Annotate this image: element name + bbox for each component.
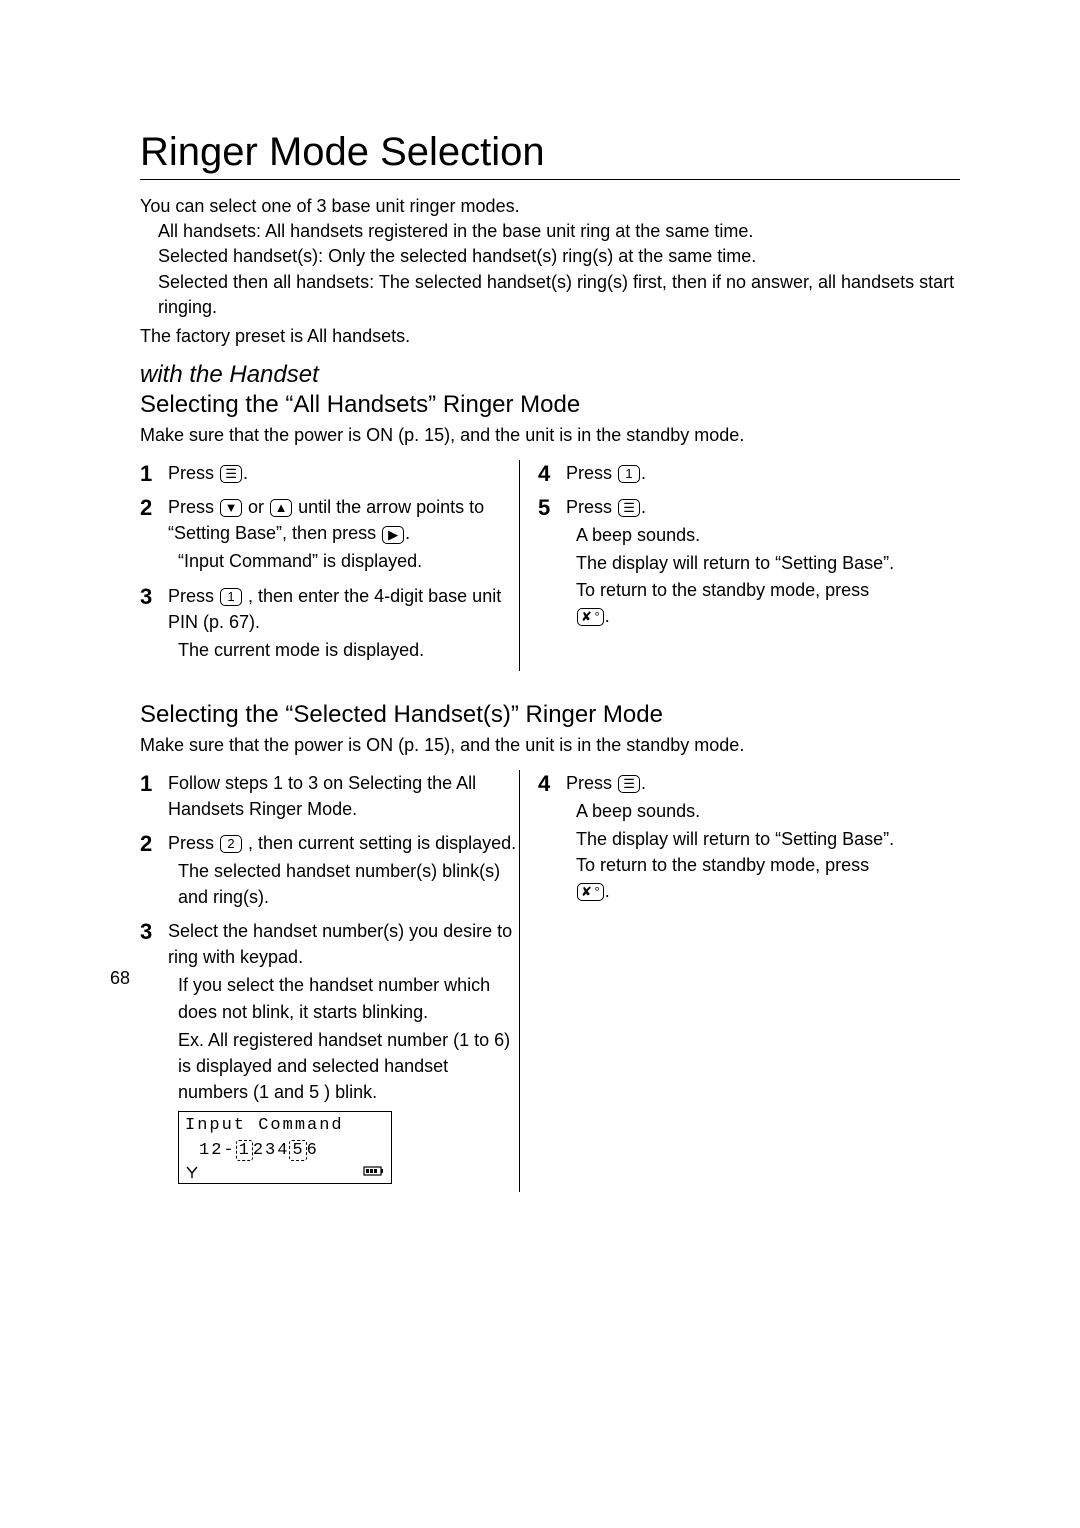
mode-row: Selected then all handsets: The selected… xyxy=(158,270,960,320)
step: 1 Follow steps 1 to 3 on Selecting the A… xyxy=(158,770,519,822)
step: 1 Press ☰. xyxy=(158,460,519,486)
menu-key-icon: ☰ xyxy=(618,499,640,517)
step-number: 5 xyxy=(538,492,550,524)
factory-preset: The factory preset is All handsets. xyxy=(140,324,960,349)
step: 5 Press ☰. A beep sounds. The display wi… xyxy=(556,494,900,628)
step-text: Follow steps 1 to 3 on Selecting the All… xyxy=(168,773,476,819)
mode-desc: Only the selected handset(s) ring(s) at … xyxy=(323,246,756,266)
period: . xyxy=(641,497,646,517)
step-text: Press xyxy=(168,586,219,606)
end-key-icon: ✘ ° xyxy=(577,883,604,901)
mode-label: Selected handset(s): xyxy=(158,246,323,266)
step-number: 1 xyxy=(140,458,152,490)
right-key-icon: ▶ xyxy=(382,526,404,544)
lcd-blink-5: 5 xyxy=(289,1140,306,1161)
up-key-icon: ▲ xyxy=(270,499,292,517)
period: . xyxy=(641,773,646,793)
step-subtext: A beep sounds. xyxy=(576,522,900,548)
lcd-line1: Input Command xyxy=(185,1114,385,1139)
lcd-end: 6 xyxy=(307,1141,319,1160)
step-subtext: “Input Command” is displayed. xyxy=(178,548,519,574)
return-text: The display will return to “Setting Base… xyxy=(576,553,894,599)
mode-desc: All handsets registered in the base unit… xyxy=(261,221,753,241)
step-subtext: A beep sounds. xyxy=(576,798,900,824)
step-subtext: The current mode is displayed. xyxy=(178,637,519,663)
step-number: 4 xyxy=(538,458,550,490)
key-1-icon: 1 xyxy=(618,465,640,483)
step-number: 1 xyxy=(140,768,152,800)
lcd-prefix: 12- xyxy=(199,1141,236,1160)
step-number: 2 xyxy=(140,828,152,860)
step-subtext: If you select the handset number which d… xyxy=(178,972,519,1024)
step-subtext: The display will return to “Setting Base… xyxy=(576,826,900,904)
period: . xyxy=(605,881,610,901)
step-example: Ex. All registered handset number (1 to … xyxy=(178,1027,519,1105)
step-text: , then current setting is displayed. xyxy=(248,833,516,853)
return-text: The display will return to “Setting Base… xyxy=(576,829,894,875)
step-subtext: The selected handset number(s) blink(s) … xyxy=(178,858,519,910)
period: . xyxy=(641,463,646,483)
mode-row: Selected handset(s): Only the selected h… xyxy=(158,244,960,269)
menu-key-icon: ☰ xyxy=(618,775,640,793)
step: 2 Press 2 , then current setting is disp… xyxy=(158,830,519,910)
step: 3 Press 1 , then enter the 4-digit base … xyxy=(158,583,519,663)
mode-row: All handsets: All handsets registered in… xyxy=(158,219,960,244)
step-number: 3 xyxy=(140,581,152,613)
step-number: 2 xyxy=(140,492,152,524)
subtitle-all-handsets: Selecting the “All Handsets” Ringer Mode xyxy=(140,391,960,419)
step: 2 Press ▼ or ▲ until the arrow points to… xyxy=(158,494,519,574)
step-text: Select the handset number(s) you desire … xyxy=(168,921,512,967)
mode-label: Selected then all handsets: xyxy=(158,272,374,292)
step-number: 4 xyxy=(538,768,550,800)
intro-line: You can select one of 3 base unit ringer… xyxy=(140,194,960,219)
intro-block: You can select one of 3 base unit ringer… xyxy=(140,194,960,349)
steps-columns-1: 1 Press ☰. 2 Press ▼ or ▲ until the arro… xyxy=(140,460,960,671)
lcd-mid: 234 xyxy=(253,1141,290,1160)
step-text: Press xyxy=(566,497,617,517)
page-number: 68 xyxy=(110,968,130,989)
end-key-icon: ✘ ° xyxy=(577,608,604,626)
steps-columns-2: 1 Follow steps 1 to 3 on Selecting the A… xyxy=(140,770,960,1192)
antenna-icon xyxy=(185,1165,199,1179)
step-text: or xyxy=(248,497,269,517)
down-key-icon: ▼ xyxy=(220,499,242,517)
period: . xyxy=(243,463,248,483)
period: . xyxy=(405,523,410,543)
step-text: Press xyxy=(168,463,219,483)
step-number: 3 xyxy=(140,916,152,948)
battery-icon xyxy=(363,1165,385,1179)
lcd-line2: 12-123456 xyxy=(185,1139,385,1164)
page-title: Ringer Mode Selection xyxy=(140,130,960,175)
subtitle-selected-handsets: Selecting the “Selected Handset(s)” Ring… xyxy=(140,701,960,729)
key-1-icon: 1 xyxy=(220,588,242,606)
step: 4 Press ☰. A beep sounds. The display wi… xyxy=(556,770,900,904)
title-rule xyxy=(140,179,960,180)
step-subtext: The display will return to “Setting Base… xyxy=(576,550,900,628)
period: . xyxy=(605,606,610,626)
step-text: Press xyxy=(168,497,219,517)
step: 3 Select the handset number(s) you desir… xyxy=(158,918,519,1184)
step: 4 Press 1. xyxy=(556,460,900,486)
menu-key-icon: ☰ xyxy=(220,465,242,483)
step-text: Press xyxy=(168,833,219,853)
precondition: Make sure that the power is ON (p. 15), … xyxy=(140,735,960,756)
key-2-icon: 2 xyxy=(220,835,242,853)
subtitle-handset: with the Handset xyxy=(140,361,960,389)
step-text: Press xyxy=(566,773,617,793)
lcd-display: Input Command 12-123456 xyxy=(178,1111,392,1184)
mode-label: All handsets: xyxy=(158,221,261,241)
precondition: Make sure that the power is ON (p. 15), … xyxy=(140,425,960,446)
step-text: Press xyxy=(566,463,617,483)
lcd-blink-1: 1 xyxy=(236,1140,253,1161)
